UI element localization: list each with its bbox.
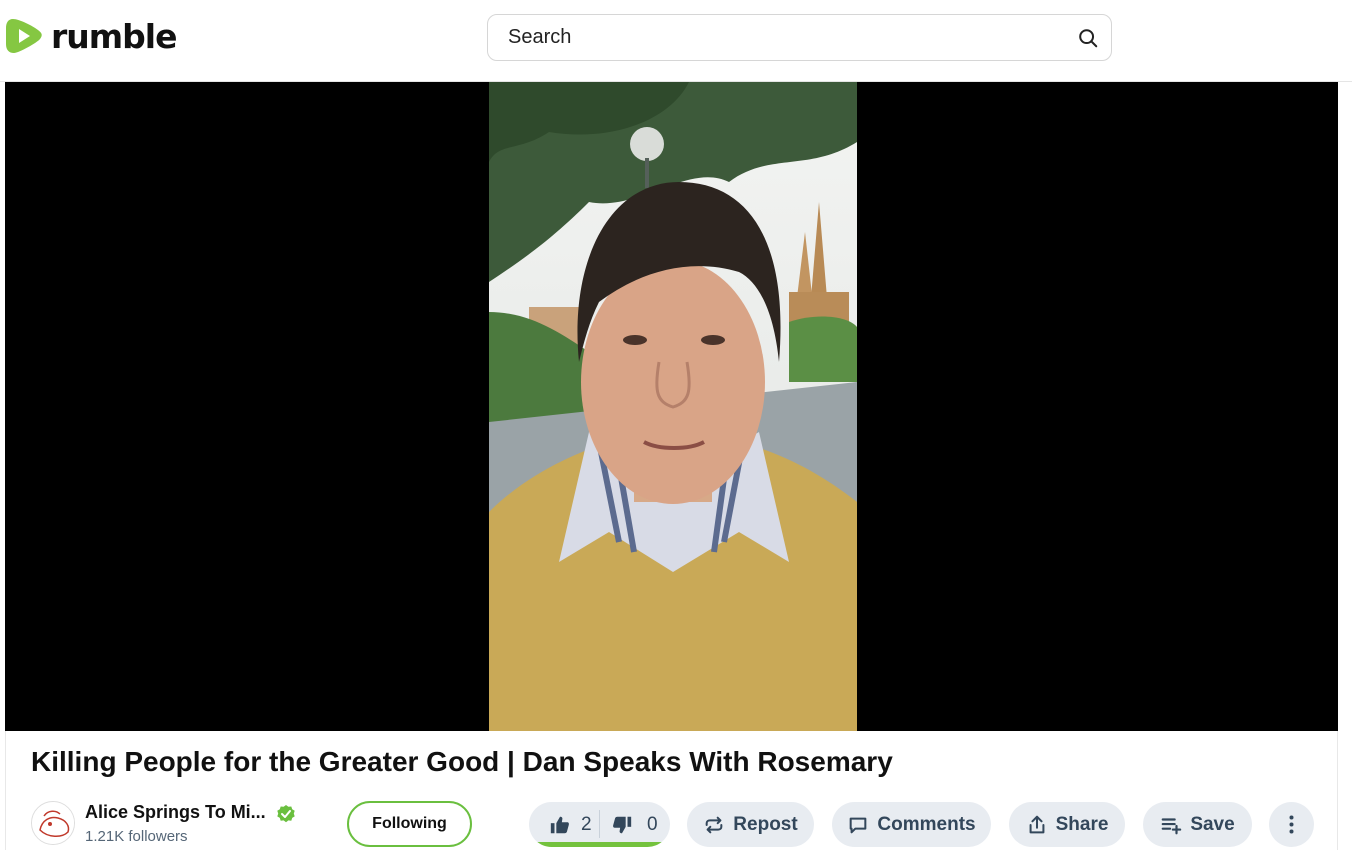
comments-icon xyxy=(850,817,867,833)
logo-text: rumble xyxy=(51,16,177,56)
avatar-image xyxy=(32,802,74,844)
dislike-count: 0 xyxy=(647,813,658,835)
follower-count: 1.21K followers xyxy=(85,828,188,845)
video-still-image xyxy=(489,82,857,731)
share-button[interactable]: Share xyxy=(1009,802,1125,847)
rumble-logo[interactable]: rumble xyxy=(5,16,177,56)
video-frame xyxy=(351,82,993,731)
thumbs-down-icon xyxy=(613,816,632,833)
channel-avatar[interactable] xyxy=(31,801,75,845)
vote-divider xyxy=(599,810,600,838)
dislike-button[interactable]: 0 xyxy=(611,802,658,847)
video-title: Killing People for the Greater Good | Da… xyxy=(31,746,893,777)
video-scene xyxy=(489,82,857,731)
share-label: Share xyxy=(1055,813,1109,835)
comments-button[interactable]: Comments xyxy=(832,802,991,847)
share-icon xyxy=(1029,815,1045,833)
more-options-button[interactable] xyxy=(1269,802,1314,847)
search-input[interactable] xyxy=(508,15,1068,60)
vote-group: 2 0 xyxy=(529,802,670,847)
save-playlist-icon xyxy=(1161,817,1182,834)
following-button[interactable]: Following xyxy=(347,801,472,847)
video-info: Killing People for the Greater Good | Da… xyxy=(5,731,1338,850)
channel-name[interactable]: Alice Springs To Mi... xyxy=(85,802,266,823)
repost-label: Repost xyxy=(733,813,798,835)
like-ratio-bar xyxy=(529,842,670,847)
like-count: 2 xyxy=(581,813,592,835)
comments-label: Comments xyxy=(877,813,976,835)
verified-icon xyxy=(277,805,295,823)
site-header: rumble xyxy=(0,0,1352,82)
save-label: Save xyxy=(1190,813,1235,835)
like-button[interactable]: 2 xyxy=(549,802,592,847)
video-player[interactable] xyxy=(5,82,1338,731)
repost-icon xyxy=(705,816,723,833)
rumble-logo-icon xyxy=(6,19,42,53)
repost-button[interactable]: Repost xyxy=(687,802,814,847)
search-bar[interactable] xyxy=(487,14,1112,61)
save-button[interactable]: Save xyxy=(1143,802,1252,847)
search-icon[interactable] xyxy=(1077,27,1099,49)
more-vertical-icon xyxy=(1289,815,1294,834)
thumbs-up-icon xyxy=(550,816,569,833)
